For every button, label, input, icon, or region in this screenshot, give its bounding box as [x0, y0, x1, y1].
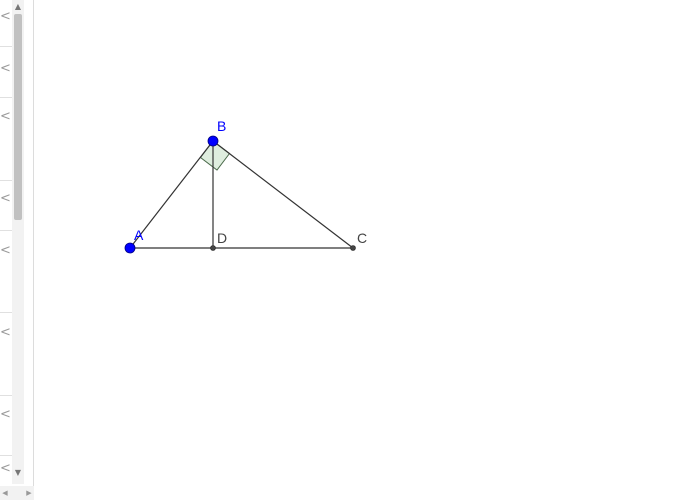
scroll-right-icon[interactable]: ▶: [24, 488, 34, 498]
scrollbar-thumb[interactable]: [14, 14, 22, 220]
horizontal-scrollbar[interactable]: ◀ ▶: [0, 486, 34, 500]
scroll-down-icon[interactable]: ▼: [12, 468, 24, 478]
graphics-view[interactable]: A B C D: [34, 0, 700, 500]
chevron-left-icon[interactable]: <: [0, 192, 11, 206]
chevron-left-icon[interactable]: <: [0, 110, 11, 124]
row-divider: [0, 46, 12, 47]
point-a[interactable]: [124, 242, 136, 254]
scroll-left-icon[interactable]: ◀: [0, 488, 10, 498]
point-b[interactable]: [207, 135, 219, 147]
label-c: C: [357, 230, 367, 246]
chevron-left-icon[interactable]: <: [0, 10, 11, 24]
row-divider: [0, 97, 12, 98]
algebra-panel: < < < < < < < < ▲ ▼ ◀ ▶: [0, 0, 34, 500]
point-c[interactable]: [350, 245, 356, 251]
scroll-up-icon[interactable]: ▲: [12, 2, 24, 12]
row-divider: [0, 180, 12, 181]
segment-bc[interactable]: [212, 140, 354, 249]
chevron-left-icon[interactable]: <: [0, 244, 11, 258]
row-divider: [0, 395, 12, 396]
chevron-left-icon[interactable]: <: [0, 326, 11, 340]
vertical-scrollbar[interactable]: ▲ ▼: [12, 0, 24, 484]
row-divider: [0, 230, 12, 231]
point-d[interactable]: [210, 245, 216, 251]
geometry-canvas[interactable]: A B C D: [34, 0, 700, 500]
chevron-left-icon[interactable]: <: [0, 62, 11, 76]
chevron-left-icon[interactable]: <: [0, 408, 11, 422]
chevron-left-icon[interactable]: <: [0, 462, 11, 476]
row-divider: [0, 312, 12, 313]
label-d: D: [217, 230, 227, 246]
label-a: A: [134, 227, 144, 243]
row-divider: [0, 455, 12, 456]
label-b: B: [217, 118, 226, 134]
